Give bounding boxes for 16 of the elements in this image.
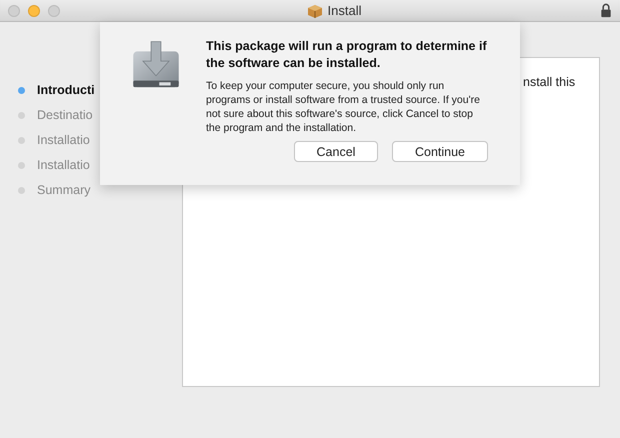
cancel-button[interactable]: Cancel: [294, 141, 378, 162]
content-text: nstall this: [523, 75, 576, 89]
zoom-icon[interactable]: [48, 4, 60, 16]
step-label: Summary: [37, 183, 90, 197]
package-icon: [306, 2, 323, 18]
continue-button[interactable]: Continue: [392, 141, 488, 162]
step-label: Introducti: [37, 83, 95, 97]
lock-icon[interactable]: [600, 3, 612, 18]
alert-message: To keep your computer secure, you should only run programs or install software from a trusted source. If you're not sure about this software's source, click Cancel to stop the program and the installation.: [206, 79, 481, 135]
step-label: Installatio: [37, 133, 90, 147]
alert-heading: This package will run a program to determine if the software can be installed.: [206, 38, 488, 72]
minimize-icon[interactable]: [28, 4, 40, 16]
close-icon[interactable]: [8, 4, 20, 16]
step-label: Destinatio: [37, 108, 93, 122]
window-title: Install: [328, 3, 362, 18]
step-label: Installatio: [37, 158, 90, 172]
